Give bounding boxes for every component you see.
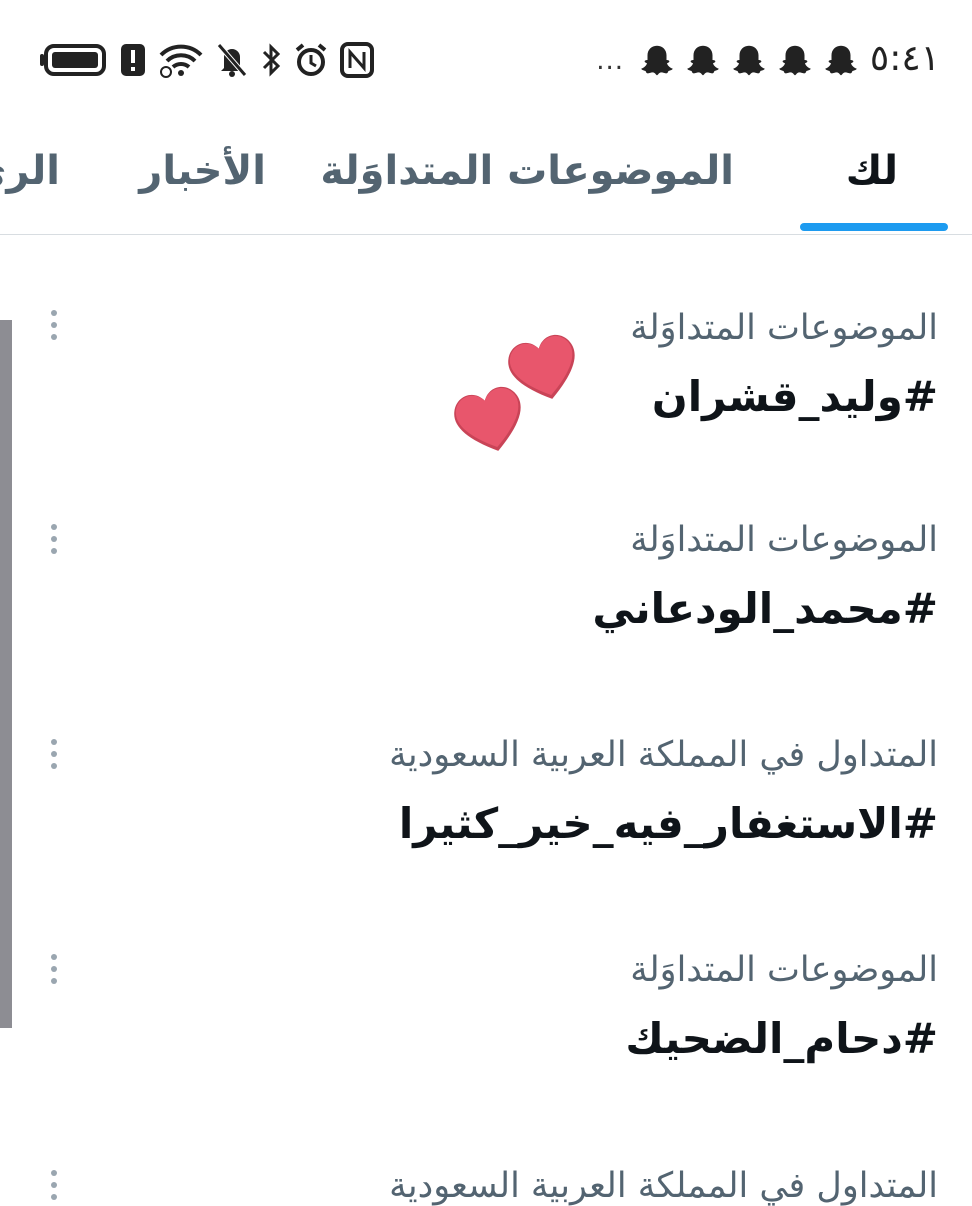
- snapchat-icon: [733, 45, 765, 76]
- trend-context: الموضوعات المتداوَلة: [630, 520, 938, 560]
- more-options-icon[interactable]: [44, 524, 64, 560]
- trend-context: الموضوعات المتداوَلة: [630, 308, 938, 348]
- mute-bell-icon: [217, 43, 247, 77]
- alert-icon: [121, 44, 145, 76]
- trend-title[interactable]: #الاستغفار_فيه_خير_كثيرا: [399, 799, 938, 848]
- trend-context: الموضوعات المتداوَلة: [630, 950, 938, 990]
- trend-title[interactable]: #محمد_الودعاني: [592, 584, 938, 633]
- more-options-icon[interactable]: [44, 1170, 64, 1206]
- alarm-icon: [295, 43, 327, 76]
- status-bar: ٥:٤١ ...: [0, 0, 972, 120]
- more-notifications-indicator: ...: [596, 46, 624, 76]
- bluetooth-icon: [262, 43, 281, 77]
- trend-title[interactable]: #وليد_قشران: [652, 372, 938, 421]
- trend-context: المتداول في المملكة العربية السعودية: [389, 735, 938, 775]
- tab-news[interactable]: الأخبار: [139, 148, 266, 194]
- active-tab-indicator: [800, 223, 948, 231]
- notification-icons: ...: [596, 42, 860, 80]
- battery-icon: [40, 44, 106, 76]
- tab-sports[interactable]: الري: [0, 148, 60, 194]
- snapchat-icon: [779, 45, 811, 76]
- trend-context: المتداول في المملكة العربية السعودية: [389, 1166, 938, 1206]
- system-icons: [40, 42, 374, 78]
- snapchat-icon: [641, 45, 673, 76]
- hearts-sticker-icon: [454, 334, 575, 451]
- nfc-icon: [340, 42, 374, 78]
- trend-title[interactable]: #دحام_الضحيك: [625, 1014, 938, 1063]
- more-options-icon[interactable]: [44, 954, 64, 990]
- snapchat-icon: [825, 45, 857, 76]
- tab-for-you[interactable]: لك: [846, 148, 898, 194]
- scrollbar[interactable]: [0, 320, 12, 1028]
- more-options-icon[interactable]: [44, 310, 64, 346]
- tab-bar: لك الموضوعات المتداوَلة الأخبار الري: [0, 120, 972, 235]
- tab-trending[interactable]: الموضوعات المتداوَلة: [320, 148, 734, 194]
- snapchat-icon: [687, 45, 719, 76]
- status-time: ٥:٤١: [869, 38, 940, 79]
- more-options-icon[interactable]: [44, 739, 64, 775]
- wifi-icon: [159, 44, 203, 78]
